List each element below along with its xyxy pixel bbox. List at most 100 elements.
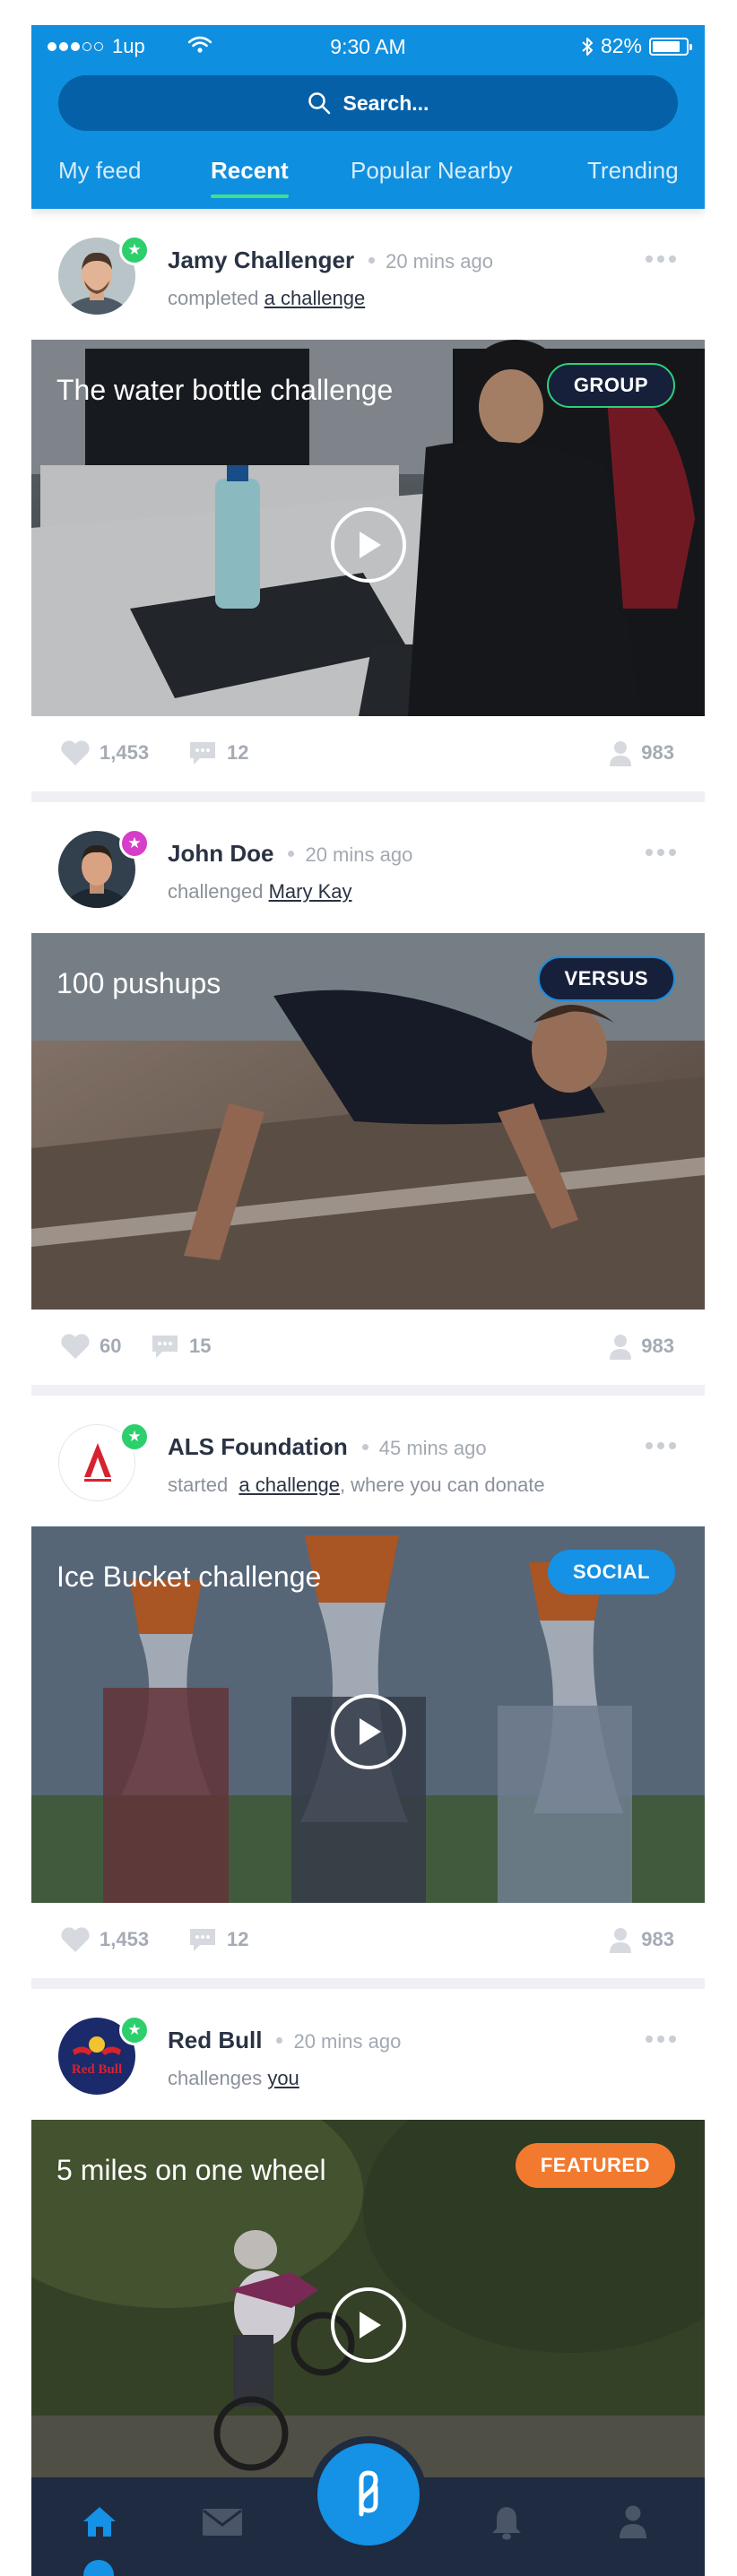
status-bar: 1up 9:30 AM 82% <box>31 25 705 72</box>
envelope-icon[interactable] <box>202 2508 243 2537</box>
active-tab-indicator <box>211 194 289 198</box>
active-tab-indicator <box>83 2560 114 2576</box>
challenge-title: 5 miles on one wheel <box>56 2154 326 2186</box>
post-meta: John Doe 20 mins ago <box>168 840 412 868</box>
tab-popular-nearby[interactable]: Popular Nearby <box>351 157 513 185</box>
tab-recent[interactable]: Recent <box>211 157 289 198</box>
comment-button[interactable]: 15 <box>150 1333 211 1360</box>
play-icon <box>360 2312 381 2338</box>
bell-icon[interactable] <box>490 2504 523 2540</box>
create-challenge-button[interactable] <box>310 2436 427 2553</box>
app-header: 1up 9:30 AM 82% Search... My feed Recent… <box>31 25 705 209</box>
person-icon <box>610 1928 632 1953</box>
post-meta: ALS Foundation 45 mins ago <box>168 1433 487 1461</box>
post-meta: Jamy Challenger 20 mins ago <box>168 246 493 274</box>
play-icon <box>360 532 381 558</box>
battery-icon <box>649 37 692 56</box>
like-count: 1,453 <box>100 741 150 764</box>
heart-icon <box>61 740 90 765</box>
action-link[interactable]: a challenge <box>238 1474 340 1496</box>
action-link[interactable]: a challenge <box>264 287 366 309</box>
action-link[interactable]: Mary Kay <box>269 880 352 903</box>
participants-button[interactable]: 983 <box>609 1926 674 1953</box>
search-placeholder: Search... <box>342 91 429 115</box>
post-media[interactable]: The water bottle challenge GROUP <box>31 340 705 716</box>
tab-my-feed[interactable]: My feed <box>58 157 142 185</box>
post-action: challenged Mary Kay <box>168 880 351 903</box>
play-button[interactable] <box>331 507 406 583</box>
comment-icon <box>190 1929 215 1951</box>
app-screen: 1up 9:30 AM 82% Search... My feed Recent… <box>31 25 705 2576</box>
author-name[interactable]: John Doe <box>168 840 273 868</box>
post-stats: 1,453 12 983 <box>31 1903 705 1978</box>
like-button[interactable]: 1,453 <box>60 739 149 766</box>
play-button[interactable] <box>331 2287 406 2363</box>
challenge-type-badge: GROUP <box>546 363 675 408</box>
challenge-title: Ice Bucket challenge <box>56 1560 322 1593</box>
star-badge: ★ <box>119 235 150 265</box>
post-media[interactable]: Ice Bucket challenge SOCIAL <box>31 1526 705 1903</box>
feed-post: ★ Jamy Challenger 20 mins ago completed … <box>31 209 705 802</box>
post-media[interactable]: 100 pushups VERSUS <box>31 933 705 1310</box>
like-button[interactable]: 1,453 <box>60 1926 149 1953</box>
person-icon <box>610 1335 632 1360</box>
challenge-type-badge: SOCIAL <box>547 1550 675 1595</box>
post-divider <box>31 791 705 802</box>
action-text: started <box>168 1474 229 1496</box>
tab-trending[interactable]: Trending <box>587 157 679 185</box>
participant-count: 983 <box>641 741 674 764</box>
comment-count: 12 <box>227 741 249 764</box>
action-text: completed <box>168 287 259 309</box>
feed-post: ★ John Doe 20 mins ago challenged Mary K… <box>31 802 705 1396</box>
comment-button[interactable]: 12 <box>187 739 248 766</box>
star-badge: ★ <box>119 2015 150 2045</box>
action-link[interactable]: you <box>267 2067 299 2089</box>
post-divider <box>31 1385 705 1396</box>
feed-tabs: My feed Recent Popular Nearby Trending <box>31 146 705 209</box>
challenge-title: 100 pushups <box>56 967 221 999</box>
participant-count: 983 <box>641 1335 674 1357</box>
bluetooth-icon <box>582 37 593 56</box>
post-header: ★ ALS Foundation 45 mins ago started a c… <box>31 1396 705 1526</box>
post-time: 45 mins ago <box>378 1437 487 1459</box>
action-suffix: , where you can donate <box>339 1474 545 1496</box>
author-name[interactable]: Jamy Challenger <box>168 246 354 274</box>
participants-button[interactable]: 983 <box>609 1333 674 1360</box>
comment-button[interactable]: 12 <box>187 1926 248 1953</box>
like-count: 1,453 <box>100 1928 150 1950</box>
post-stats: 60 15 983 <box>31 1310 705 1385</box>
search-icon <box>308 92 330 115</box>
author-name[interactable]: ALS Foundation <box>168 1433 348 1461</box>
more-dots-icon[interactable] <box>646 255 676 263</box>
heart-icon <box>61 1927 90 1952</box>
post-header: Red Bull ★ Red Bull 20 mins ago challeng… <box>31 1989 705 2120</box>
more-dots-icon[interactable] <box>646 2036 676 2043</box>
comment-icon <box>190 742 215 765</box>
comment-count: 12 <box>227 1928 249 1950</box>
feed-post: Red Bull ★ Red Bull 20 mins ago challeng… <box>31 1989 705 2496</box>
author-name[interactable]: Red Bull <box>168 2027 262 2054</box>
more-dots-icon[interactable] <box>646 1442 676 1449</box>
play-button[interactable] <box>331 1694 406 1769</box>
tab-recent-label: Recent <box>211 157 289 184</box>
home-icon[interactable] <box>82 2504 117 2538</box>
post-action: challenges you <box>168 2067 299 2090</box>
challenge-type-badge: VERSUS <box>537 956 675 1001</box>
play-icon <box>360 1718 381 1745</box>
post-stats: 1,453 12 983 <box>31 716 705 791</box>
post-time: 20 mins ago <box>386 250 493 272</box>
heart-icon <box>61 1334 90 1359</box>
challenge-title: The water bottle challenge <box>56 374 394 406</box>
profile-icon[interactable] <box>619 2504 647 2538</box>
participant-count: 983 <box>641 1928 674 1950</box>
more-dots-icon[interactable] <box>646 849 676 856</box>
participants-button[interactable]: 983 <box>609 739 674 766</box>
star-badge: ★ <box>119 1422 150 1452</box>
post-header: ★ Jamy Challenger 20 mins ago completed … <box>31 209 705 340</box>
search-bar[interactable]: Search... <box>58 75 678 131</box>
comment-count: 15 <box>189 1335 212 1357</box>
post-action: started a challenge, where you can donat… <box>168 1474 545 1497</box>
like-button[interactable]: 60 <box>60 1333 121 1360</box>
person-icon <box>610 741 632 766</box>
status-right: 82% <box>581 34 692 58</box>
